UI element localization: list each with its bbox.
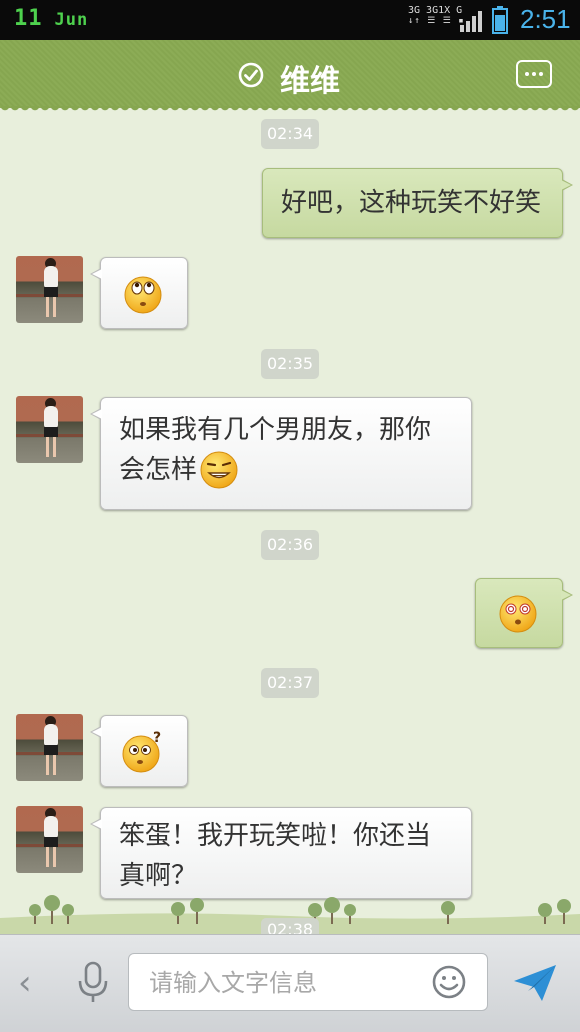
timestamp: 02:34: [261, 119, 319, 149]
status-date-day: 11: [14, 6, 43, 31]
timestamp: 02:37: [261, 668, 319, 698]
signal-strength-icon: [460, 11, 482, 32]
status-date-month: Jun: [54, 10, 89, 30]
message-input-bar: ‹: [0, 934, 580, 1032]
status-time: 2:51: [520, 4, 571, 34]
verified-check-icon: [238, 62, 264, 88]
grin-emoji-icon: [200, 451, 238, 489]
message-text-line: 笨蛋！我开玩笑啦！你还当: [119, 821, 432, 851]
contact-avatar[interactable]: [16, 714, 83, 781]
timestamp: 02:38: [261, 918, 319, 934]
message-input[interactable]: [147, 954, 421, 1012]
message-text-line: 会怎样: [119, 450, 453, 490]
message-text-line2: 会怎样: [119, 455, 198, 485]
message-input-container[interactable]: [128, 953, 488, 1012]
more-dots-icon: [525, 72, 529, 76]
send-icon[interactable]: [512, 961, 558, 1005]
message-text-line: 如果我有几个男朋友，那你: [119, 415, 432, 445]
contact-avatar[interactable]: [16, 806, 83, 873]
more-dot: [532, 72, 536, 76]
svg-text:?: ?: [153, 730, 161, 746]
more-dot: [539, 72, 543, 76]
rolling-eyes-emoji-icon: [124, 276, 162, 314]
battery-icon: [492, 6, 508, 34]
header-scalloped-edge: [0, 106, 580, 114]
more-options-button[interactable]: [516, 60, 552, 88]
incoming-message[interactable]: ?: [90, 715, 188, 787]
emoji-picker-icon[interactable]: [431, 964, 467, 1000]
contact-avatar[interactable]: [16, 256, 83, 323]
incoming-message[interactable]: 笨蛋！我开玩笑啦！你还当 真啊？: [90, 807, 472, 899]
network-type-icon: 3G 3G1X G ↓↑ ☰ ☰ ▪: [408, 5, 465, 27]
status-bar: 11 Jun 3G 3G1X G ↓↑ ☰ ☰ ▪ 2:51: [0, 0, 580, 40]
outgoing-message[interactable]: [475, 578, 573, 648]
timestamp: 02:36: [261, 530, 319, 560]
microphone-icon[interactable]: [76, 961, 110, 1005]
contact-avatar[interactable]: [16, 396, 83, 463]
collapse-chevron-icon[interactable]: ‹: [18, 963, 32, 1003]
incoming-message[interactable]: [90, 257, 188, 329]
confused-emoji-icon: ?: [122, 730, 161, 773]
outgoing-message[interactable]: 好吧，这种玩笑不好笑: [262, 168, 573, 238]
chat-header: 维维: [0, 40, 580, 114]
contact-name: 维维: [280, 64, 340, 99]
message-text: 好吧，这种玩笑不好笑: [281, 188, 542, 218]
timestamp: 02:35: [261, 349, 319, 379]
dizzy-emoji-icon: [499, 595, 537, 633]
incoming-message[interactable]: 如果我有几个男朋友，那你 会怎样: [90, 397, 472, 510]
status-date: 11 Jun: [14, 6, 88, 31]
